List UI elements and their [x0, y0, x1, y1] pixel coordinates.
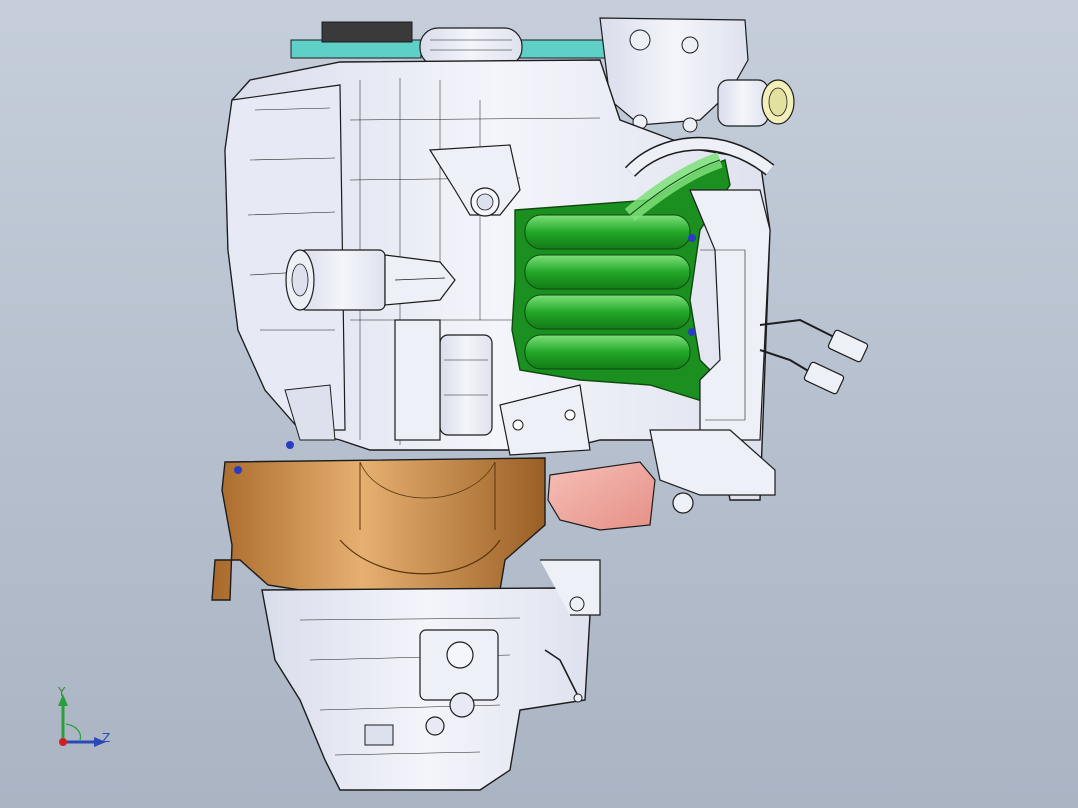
triad-origin [59, 738, 67, 746]
graphics-viewport[interactable]: Y Z [0, 0, 1078, 808]
y-axis-label: Y [58, 685, 66, 699]
z-axis-label: Z [102, 731, 111, 745]
sensor-connectors[interactable] [759, 318, 869, 395]
oil-filler-cap[interactable] [717, 79, 795, 127]
view-orientation-triad: Y Z [48, 686, 120, 752]
exhaust-pipe[interactable] [547, 461, 656, 531]
bellhousing[interactable] [211, 441, 546, 601]
x-axis-arc [65, 723, 82, 741]
starter-motor[interactable] [394, 319, 493, 441]
transmission-case[interactable] [261, 559, 601, 791]
engine-model[interactable] [0, 0, 1078, 808]
